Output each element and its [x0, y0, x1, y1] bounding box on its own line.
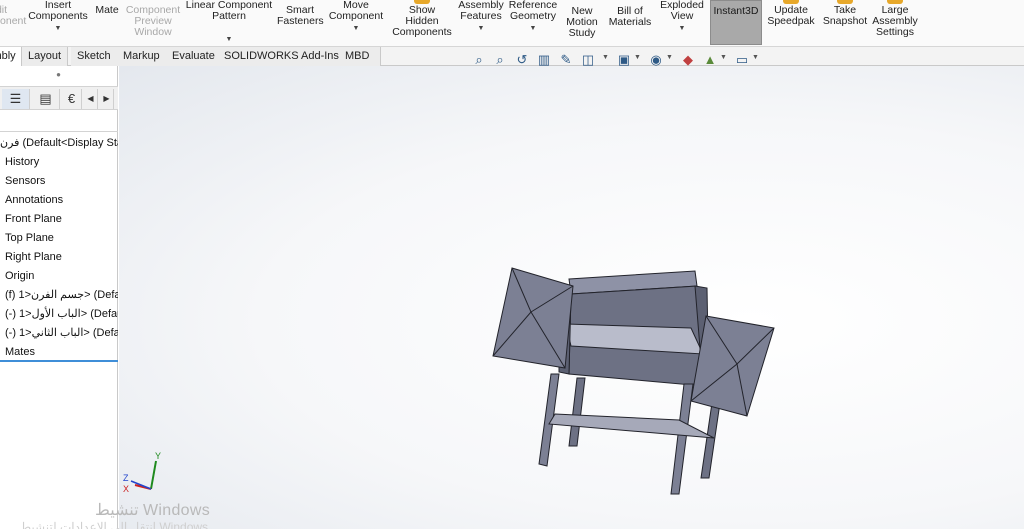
tree-item-oven-body[interactable]: (f) جسم الفرن<1> (Default — [0, 286, 118, 305]
take-snapshot-button[interactable]: Take Snapshot — [820, 0, 870, 46]
feature-tree: فرن (Default<Display State-1>) History S… — [0, 134, 118, 362]
tree-item-front-plane[interactable]: Front Plane — [0, 210, 118, 229]
manager-tabs: ☰ ▤ € ◀ ▶ — [0, 86, 118, 110]
oven-assembly-model[interactable] — [119, 66, 1024, 529]
property-manager-icon[interactable]: ▤ — [32, 89, 60, 109]
bill-of-materials-button[interactable]: Bill of Materials — [605, 6, 655, 46]
move-component-button[interactable]: Move Component ▼ — [326, 0, 386, 46]
chevron-down-icon[interactable]: ▼ — [457, 23, 505, 34]
smart-fasteners-button[interactable]: Smart Fasteners — [277, 5, 324, 46]
tree-item-origin[interactable]: Origin — [0, 267, 118, 286]
tab-mbd[interactable]: MBD — [339, 47, 381, 66]
tab-markup[interactable]: Markup — [117, 47, 167, 66]
chevron-down-icon[interactable]: ▼ — [507, 23, 559, 34]
axis-x-label: X — [123, 484, 129, 494]
chevron-down-icon[interactable]: ▼ — [183, 34, 275, 45]
configuration-manager-icon[interactable]: € — [62, 89, 82, 109]
axis-y-label: Y — [155, 451, 161, 461]
reference-triad: Y Z X — [123, 451, 161, 494]
right-door — [690, 315, 775, 417]
tree-item-mates[interactable]: Mates — [0, 343, 118, 362]
reference-geometry-button[interactable]: Reference Geometry ▼ — [507, 0, 559, 46]
show-hidden-components-button[interactable]: Show Hidden Components — [390, 0, 454, 46]
graphics-area[interactable]: ⌕ ⌕ ↺ ▥ ✎ ◫ ▼ ▣ ▼ ◉ ▼ ◆ ▲ ▼ ▭ ▼ Y Z X — [119, 52, 1024, 529]
tab-evaluate[interactable]: Evaluate — [166, 47, 222, 66]
chevron-down-icon[interactable]: ▼ — [666, 54, 673, 61]
tab-solidworks-add-ins[interactable]: SOLIDWORKS Add-Ins — [218, 47, 346, 66]
tree-item-right-plane[interactable]: Right Plane — [0, 248, 118, 267]
chevron-down-icon[interactable]: ▼ — [602, 54, 609, 61]
feature-manager-panel: ● ☰ ▤ € ◀ ▶ فرن (Default<Display State-1… — [0, 66, 118, 529]
scroll-left-icon[interactable]: ◀ — [84, 89, 98, 109]
activate-windows-subtext: انتقل إلى الإعدادات لتنشيط Windows. — [20, 520, 212, 529]
tree-item-annotations[interactable]: Annotations — [0, 191, 118, 210]
scroll-right-icon[interactable]: ▶ — [100, 89, 114, 109]
linear-component-pattern-button[interactable]: Linear Component Pattern ▼ — [183, 0, 275, 46]
insert-components-button[interactable]: Insert Components ▼ — [27, 0, 89, 46]
exploded-view-button[interactable]: Exploded View ▼ — [657, 0, 707, 46]
tree-item-second-door[interactable]: (-) الباب الثاني<1> (Default — [0, 324, 118, 343]
mate-button[interactable]: Mate — [92, 5, 122, 46]
activate-windows-watermark: تنشيط Windows — [95, 502, 211, 519]
tab-sketch[interactable]: Sketch — [71, 47, 118, 66]
new-motion-study-button[interactable]: New Motion Study — [562, 6, 602, 46]
chevron-down-icon[interactable]: ▼ — [326, 23, 386, 34]
left-door — [492, 267, 574, 369]
tree-item-top-plane[interactable]: Top Plane — [0, 229, 118, 248]
edit-component-button[interactable]: Edit Component — [0, 5, 26, 46]
axis-z-label: Z — [123, 473, 129, 483]
leg-front-right — [670, 383, 694, 495]
tree-item-first-door[interactable]: (-) الباب الأول<1> (Default — [0, 305, 118, 324]
chevron-down-icon[interactable]: ▼ — [657, 23, 707, 34]
instant3d-button[interactable]: Instant3D — [710, 0, 762, 45]
feature-tree-icon[interactable]: ☰ — [2, 89, 30, 109]
component-preview-window-button[interactable]: Component Preview Window — [124, 5, 182, 46]
leg-back-left — [568, 377, 586, 447]
panel-grip-icon[interactable]: ● — [0, 66, 117, 84]
tree-item-history[interactable]: History — [0, 153, 118, 172]
chevron-down-icon[interactable]: ▼ — [720, 54, 727, 61]
command-manager-ribbon: Edit Component Insert Components▼ Mate C… — [0, 0, 1024, 47]
update-speedpak-button[interactable]: Update Speedpak — [765, 0, 817, 46]
tree-root[interactable]: فرن (Default<Display State-1>) — [0, 134, 118, 153]
tree-item-sensors[interactable]: Sensors — [0, 172, 118, 191]
chevron-down-icon[interactable]: ▼ — [27, 23, 89, 34]
chevron-down-icon[interactable]: ▼ — [752, 54, 759, 61]
tree-filter-input[interactable] — [0, 112, 118, 132]
chevron-down-icon[interactable]: ▼ — [634, 54, 641, 61]
large-assembly-settings-button[interactable]: Large Assembly Settings — [872, 0, 918, 46]
tab-layout[interactable]: Layout — [22, 47, 69, 66]
tab-assembly[interactable]: Assembly — [0, 47, 22, 66]
assembly-features-button[interactable]: Assembly Features ▼ — [457, 0, 505, 46]
